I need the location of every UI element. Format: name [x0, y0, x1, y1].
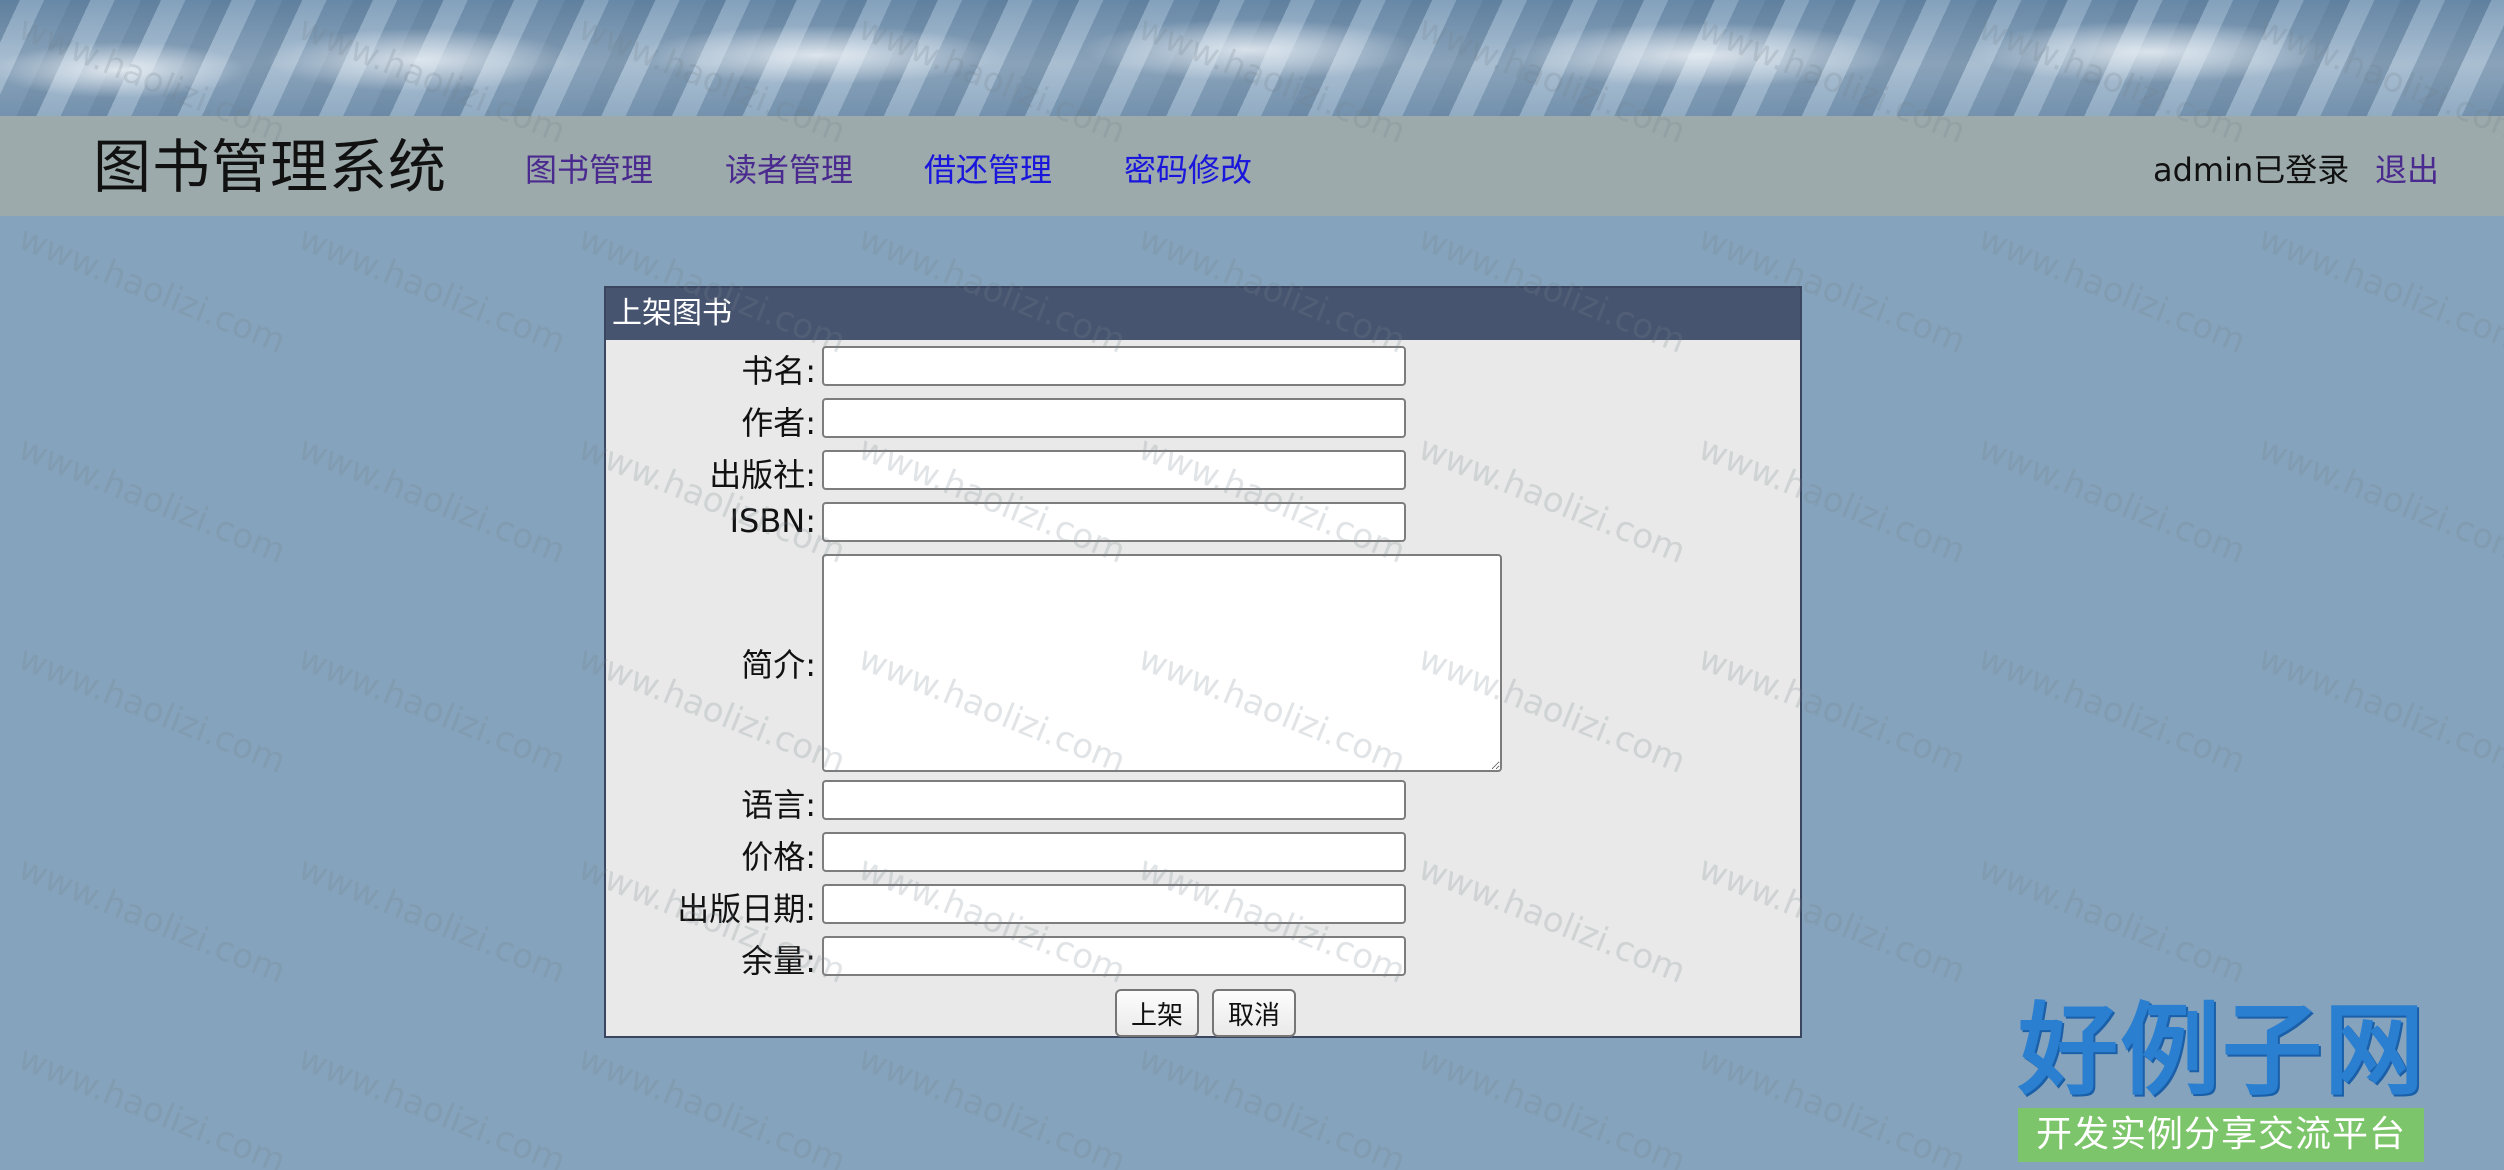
introduction-textarea[interactable]	[822, 554, 1502, 772]
publisher-input[interactable]	[822, 450, 1406, 490]
field-label: 语言:	[741, 786, 816, 824]
shelve-button[interactable]: 上架	[1115, 989, 1200, 1037]
top-navbar: 图书管理系统 图书管理 读者管理 借还管理 密码修改 admin已登录 退出	[0, 116, 2504, 216]
watermark-text: www.haolizi.com	[292, 218, 572, 362]
nav-book-management[interactable]: 图书管理	[525, 150, 653, 190]
watermark-text: www.haolizi.com	[292, 638, 572, 782]
field-label: 书名:	[741, 352, 816, 390]
stock-input[interactable]	[822, 936, 1406, 976]
watermark-text: www.haolizi.com	[12, 638, 292, 782]
watermark-text: www.haolizi.com	[1692, 1038, 1972, 1170]
isbn-input[interactable]	[822, 502, 1406, 542]
watermark-text: www.haolizi.com	[2252, 638, 2504, 782]
watermark-text: www.haolizi.com	[852, 1038, 1132, 1170]
watermark-text: www.haolizi.com	[2252, 428, 2504, 572]
nav-password-change[interactable]: 密码修改	[1124, 150, 1252, 190]
watermark-text: www.haolizi.com	[12, 218, 292, 362]
panel-title: 上架图书	[606, 288, 1800, 340]
watermark-text: www.haolizi.com	[12, 428, 292, 572]
logout-link[interactable]: 退出	[2375, 150, 2439, 190]
site-logo: 好例子网 开发实例分享交流平台	[2012, 996, 2424, 1166]
book-title-input[interactable]	[822, 346, 1406, 386]
mountain-banner	[0, 0, 2504, 116]
watermark-text: www.haolizi.com	[12, 848, 292, 992]
author-input[interactable]	[822, 398, 1406, 438]
field-label: 价格:	[741, 838, 816, 876]
logo-tagline: 开发实例分享交流平台	[2018, 1108, 2424, 1162]
watermark-text: www.haolizi.com	[1132, 1038, 1412, 1170]
nav-borrow-return-management[interactable]: 借还管理	[924, 150, 1052, 190]
logo-title: 好例子网	[2018, 992, 2426, 1109]
site-title: 图书管理系统	[93, 133, 448, 201]
field-label: ISBN:	[729, 502, 816, 540]
watermark-text: www.haolizi.com	[2252, 218, 2504, 362]
watermark-text: www.haolizi.com	[1412, 1038, 1692, 1170]
price-input[interactable]	[822, 832, 1406, 872]
field-label: 出版社:	[709, 456, 816, 494]
watermark-text: www.haolizi.com	[1972, 428, 2252, 572]
watermark-text: www.haolizi.com	[1972, 848, 2252, 992]
watermark-text: www.haolizi.com	[12, 1038, 292, 1170]
watermark-text: www.haolizi.com	[1972, 638, 2252, 782]
language-input[interactable]	[822, 780, 1406, 820]
login-status: admin已登录	[2153, 151, 2350, 189]
watermark-text: www.haolizi.com	[572, 1038, 852, 1170]
watermark-text: www.haolizi.com	[292, 1038, 572, 1170]
publish-date-input[interactable]	[822, 884, 1406, 924]
field-label: 作者:	[741, 404, 816, 442]
add-book-panel: 上架图书 书名: 作者: 出版社: ISBN: 简介: 语言: 价格: 出版日期…	[604, 286, 1802, 1038]
nav-reader-management[interactable]: 读者管理	[725, 150, 853, 190]
cancel-button[interactable]: 取消	[1212, 989, 1297, 1037]
watermark-text: www.haolizi.com	[292, 848, 572, 992]
field-label: 余量:	[741, 942, 816, 980]
field-label: 简介:	[741, 646, 816, 684]
watermark-text: www.haolizi.com	[292, 428, 572, 572]
watermark-text: www.haolizi.com	[1972, 218, 2252, 362]
field-label: 出版日期:	[677, 890, 816, 928]
